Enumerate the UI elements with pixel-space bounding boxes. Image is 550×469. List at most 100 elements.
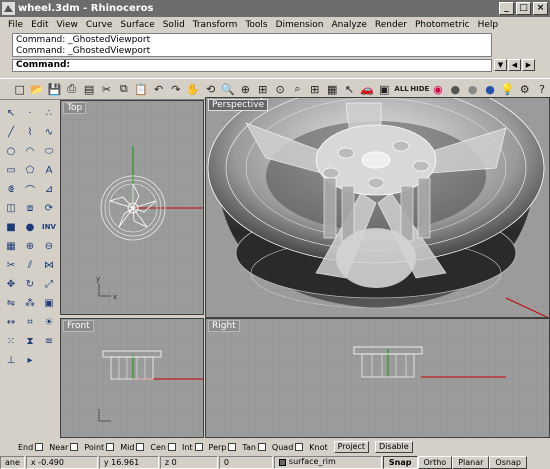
osnap-cen[interactable]: Cen [150,443,176,452]
redo-icon[interactable]: ↷ [168,81,183,98]
osnap-point[interactable]: Point [84,443,115,452]
dimension-icon[interactable]: ↔ [2,313,20,331]
maximize-button[interactable]: □ [516,2,531,15]
select-arrow-icon[interactable]: ↖ [2,104,20,122]
osnap-mid[interactable]: Mid [120,443,145,452]
checkbox[interactable] [295,443,304,451]
car-render-icon[interactable]: 🚗 [359,81,374,98]
move-icon[interactable]: ✥ [2,275,20,293]
checkbox[interactable] [106,443,115,451]
menu-tools[interactable]: Tools [241,20,271,30]
sphere-icon[interactable]: ● [21,218,39,236]
scale-icon[interactable]: ⤢ [40,275,58,293]
rotate-view-icon[interactable]: ⟲ [203,81,218,98]
planar-toggle[interactable]: Planar [452,455,490,469]
viewport-top-label[interactable]: Top [63,102,87,114]
expand-icon[interactable]: ▸ [21,351,39,369]
render-icon[interactable]: ☀ [40,313,58,331]
snap-toggle[interactable]: Snap [382,455,418,469]
ortho-toggle[interactable]: Ortho [417,455,453,469]
menu-analyze[interactable]: Analyze [327,20,370,30]
layer-icon[interactable]: ≡ [40,332,58,350]
osnap-int[interactable]: Int [182,443,203,452]
curve-icon[interactable]: ∿ [40,123,58,141]
status-layer[interactable]: surface_rim [273,455,382,469]
viewport-front-label[interactable]: Front [63,320,94,332]
undo-icon[interactable]: ↶ [151,81,166,98]
rectangle-icon[interactable]: ▭ [2,161,20,179]
osnap-near[interactable]: Near [49,443,79,452]
zoom-selected-icon[interactable]: ⊙ [272,81,287,98]
chevron-down-icon[interactable]: ▼ [494,59,507,71]
checkbox[interactable] [228,443,237,451]
color-wheel-icon[interactable]: ◉ [430,81,445,98]
osnap-tan[interactable]: Tan [242,443,266,452]
polygon-icon[interactable]: ⬠ [21,161,39,179]
close-button[interactable]: × [533,2,548,15]
viewport-front[interactable]: Front [60,318,204,438]
checkbox[interactable] [35,443,44,451]
point-cloud-icon[interactable]: ∴ [40,104,58,122]
viewport-perspective-label[interactable]: Perspective [208,99,269,111]
history-icon[interactable]: ⧗ [21,332,39,350]
viewport-perspective[interactable]: Perspective [205,97,550,318]
options-icon[interactable]: ⚙ [517,81,532,98]
loft-icon[interactable]: ⧈ [21,199,39,217]
hide-icon[interactable]: HIDE [410,81,429,98]
checkbox[interactable] [194,443,203,451]
edit-points-icon[interactable]: ⁙ [2,332,20,350]
osnap-project-button[interactable]: Project [333,441,370,453]
line-icon[interactable]: ╱ [2,123,20,141]
checkbox[interactable] [167,443,176,451]
copy-icon[interactable]: ⧉ [116,81,131,98]
zoom-window-icon[interactable]: ⊕ [238,81,253,98]
chevron-right-icon[interactable]: ▶ [522,59,535,71]
material-sphere-icon[interactable]: ● [448,81,463,98]
text-icon[interactable]: A [40,161,58,179]
menu-surface[interactable]: Surface [116,20,158,30]
grid-icon[interactable]: ▦ [324,81,339,98]
save-icon[interactable]: 💾 [47,81,62,98]
print-icon[interactable]: ⎙ [64,81,79,98]
menu-render[interactable]: Render [371,20,411,30]
light-icon[interactable]: 💡 [500,81,515,98]
mirror-icon[interactable]: ⇋ [2,294,20,312]
osnap-end[interactable]: End [18,443,44,452]
ellipse-icon[interactable]: ⬭ [40,142,58,160]
rotate-icon[interactable]: ↻ [21,275,39,293]
four-viewports-icon[interactable]: ⊞ [307,81,322,98]
rendered-sphere-icon[interactable]: ● [482,81,497,98]
polyline-icon[interactable]: ⌇ [21,123,39,141]
menu-edit[interactable]: Edit [27,20,52,30]
viewport-right[interactable]: Right [205,318,550,438]
array-icon[interactable]: ⁂ [21,294,39,312]
shaded-sphere-icon[interactable]: ● [465,81,480,98]
cut-icon[interactable]: ✂ [99,81,114,98]
viewport-top[interactable]: x y Top [60,100,204,315]
osnap-disable-button[interactable]: Disable [375,441,413,453]
group-icon[interactable]: ▣ [40,294,58,312]
chamfer-icon[interactable]: ⊿ [40,180,58,198]
zoom-all-icon[interactable]: ⌕ [290,81,305,98]
offset-icon[interactable]: ⟃ [2,180,20,198]
menu-photometric[interactable]: Photometric [411,20,474,30]
pan-hand-icon[interactable]: ✋ [186,81,201,98]
render-preview-icon[interactable]: ▣ [377,81,392,98]
fillet-icon[interactable]: ⌒ [21,180,39,198]
menu-file[interactable]: File [4,20,27,30]
chevron-left-icon[interactable]: ◀ [508,59,521,71]
command-prompt-input[interactable]: Command: [12,59,492,72]
minimize-button[interactable]: _ [499,2,514,15]
osnap-perp[interactable]: Perp [209,443,237,452]
solid-box-icon[interactable]: ■ [2,218,20,236]
circle-icon[interactable]: ○ [2,142,20,160]
open-file-icon[interactable]: 📂 [29,81,44,98]
osnap-knot[interactable]: Knot [309,443,327,452]
zoom-extents-icon[interactable]: ⊞ [255,81,270,98]
menu-view[interactable]: View [53,20,82,30]
show-all-icon[interactable]: ALL [394,81,409,98]
split-icon[interactable]: ⫽ [21,256,39,274]
arc-icon[interactable]: ◠ [21,142,39,160]
paste-icon[interactable]: 📋 [134,81,149,98]
osnap-toggle[interactable]: Osnap [489,455,527,469]
